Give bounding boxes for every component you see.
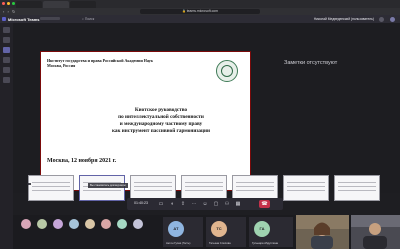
browser-tab-strip <box>0 0 400 8</box>
activity-icon[interactable] <box>3 27 10 33</box>
avatar: ТС <box>211 221 227 237</box>
avatar[interactable] <box>37 219 47 229</box>
avatar[interactable] <box>117 219 127 229</box>
avatar[interactable] <box>53 219 63 229</box>
calendar-icon[interactable] <box>3 57 10 63</box>
hang-up-button[interactable]: ☎ <box>259 200 270 208</box>
avatar[interactable] <box>133 219 143 229</box>
forward-icon[interactable]: › <box>7 9 9 14</box>
slide-title: Киотское руководство по интеллектуальной… <box>112 107 210 134</box>
video-icon[interactable]: ▭ <box>157 200 165 208</box>
avatar[interactable] <box>390 16 395 22</box>
presenter-toast: Вы становитесь докладчиком <box>88 183 128 188</box>
rooms-icon[interactable]: ▦ <box>234 200 242 208</box>
participant-name: Антон Гусев (Гость) <box>166 242 191 245</box>
search-input[interactable]: ⌕ Поиск <box>82 17 94 21</box>
browser-nav: ‹ › ↻ <box>3 9 16 14</box>
thumbnail-caption <box>27 183 31 185</box>
participant-tile[interactable]: ТС Татьяна Слепова <box>206 217 246 247</box>
teams-header: Microsoft Teams ⌕ Поиск Николай Медведен… <box>0 15 400 23</box>
slide-thumbnail[interactable] <box>79 175 125 201</box>
reload-icon[interactable]: ↻ <box>12 9 16 14</box>
avatar[interactable] <box>69 219 79 229</box>
avatar: АТ <box>168 221 184 237</box>
teams-logo-icon <box>2 17 6 21</box>
avatar[interactable] <box>85 219 95 229</box>
meeting-stage: Институт государства и права Российской … <box>13 23 400 193</box>
screen: ‹ › ↻ 🔒teams.microsoft.com Microsoft Tea… <box>0 0 400 249</box>
participant-name: Татьяна Слепова <box>209 242 231 245</box>
avatar[interactable] <box>21 219 31 229</box>
more-options-icon[interactable] <box>379 16 384 22</box>
window-controls <box>2 2 15 5</box>
slide-thumbnail[interactable] <box>283 175 329 201</box>
people-icon[interactable]: ⚇ <box>223 200 231 208</box>
notes-empty-label: Заметки отсутствуют <box>284 60 338 66</box>
participant-video[interactable] <box>351 215 400 249</box>
institute-logo-icon <box>216 60 238 82</box>
search-placeholder: Поиск <box>84 17 95 21</box>
avatar[interactable] <box>101 219 111 229</box>
browser-tab[interactable] <box>70 1 96 8</box>
app-title: Microsoft Teams <box>8 16 40 22</box>
presentation-slide: Институт государства и права Российской … <box>40 51 251 191</box>
url-text: teams.microsoft.com <box>186 9 219 13</box>
header-bar-placeholder <box>40 17 60 20</box>
more-icon[interactable]: ⋯ <box>190 200 198 208</box>
meeting-controls: 01:40:23 ▭ ◖ ⇪ ⋯ ☺ ▢ ⚇ ▦ ☎ <box>127 198 283 210</box>
browser-tab[interactable] <box>16 1 42 8</box>
teams-icon[interactable] <box>3 47 10 53</box>
slide-organization: Институт государства и права Российской … <box>47 58 153 68</box>
participant-tile[interactable]: АТ Антон Гусев (Гость) <box>163 217 203 247</box>
participant-name: Гульнара Абдуллина <box>252 242 278 245</box>
files-icon[interactable] <box>3 77 10 83</box>
slide-date: Москва, 12 ноября 2021 г. <box>47 158 117 164</box>
participant-tile[interactable]: ГА Гульнара Абдуллина <box>249 217 293 247</box>
url-field[interactable]: 🔒teams.microsoft.com <box>140 9 260 14</box>
chat-icon[interactable]: ▢ <box>212 200 220 208</box>
avatar: ГА <box>254 221 270 237</box>
share-icon[interactable]: ⇪ <box>179 200 187 208</box>
reactions-icon[interactable]: ☺ <box>201 200 209 208</box>
lock-icon: 🔒 <box>181 9 186 13</box>
participant-gallery: АТ Антон Гусев (Гость) ТС Татьяна Слепов… <box>13 215 400 249</box>
calls-icon[interactable] <box>3 67 10 73</box>
user-name: Николай Медведенский (пользователь) <box>313 17 374 21</box>
slide-thumbnail[interactable] <box>28 175 74 201</box>
app-rail <box>0 23 13 249</box>
chat-icon[interactable] <box>3 37 10 43</box>
close-window-button[interactable] <box>2 2 5 5</box>
mic-icon[interactable]: ◖ <box>168 200 176 208</box>
minimize-window-button[interactable] <box>7 2 10 5</box>
browser-tab-active[interactable] <box>43 1 69 8</box>
address-bar: ‹ › ↻ 🔒teams.microsoft.com <box>0 8 400 15</box>
maximize-window-button[interactable] <box>12 2 15 5</box>
meeting-timer: 01:40:23 <box>134 201 148 205</box>
back-icon[interactable]: ‹ <box>3 9 5 14</box>
slide-thumbnail[interactable] <box>334 175 380 201</box>
participant-video[interactable] <box>296 215 349 249</box>
